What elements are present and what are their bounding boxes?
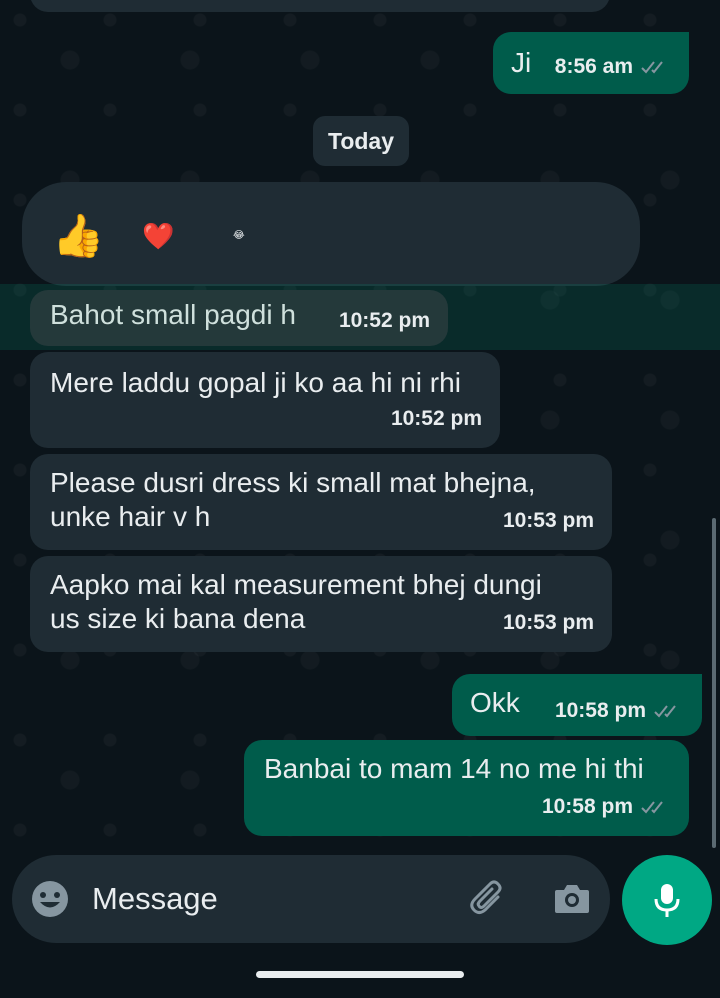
message-in-2[interactable]: Mere laddu gopal ji ko aa hi ni rhi 10:5… [30, 352, 500, 448]
message-text-line-2: us size ki bana dena [50, 603, 306, 634]
message-text-line-2: unke hair v h [50, 501, 211, 532]
message-in-4[interactable]: Aapko mai kal measurement bhej dungi us … [30, 556, 612, 652]
voice-record-button[interactable] [622, 855, 712, 945]
message-out-banbai[interactable]: Banbai to mam 14 no me hi thi 10:58 pm [244, 740, 689, 836]
message-time: 10:58 pm [554, 699, 646, 722]
double-check-icon [654, 705, 676, 718]
message-in-3[interactable]: Please dusri dress ki small mat bhejna, … [30, 454, 612, 550]
message-text: Ji [511, 47, 532, 78]
reaction-bubble[interactable]: 👍 ❤️ 😂 [22, 182, 640, 286]
message-input[interactable]: Message [92, 880, 218, 918]
camera-icon[interactable] [552, 879, 592, 919]
message-out-okk[interactable]: Okk 10:58 pm [452, 674, 702, 736]
message-composer[interactable]: Message [12, 855, 610, 943]
date-divider: Today [313, 116, 409, 166]
double-check-icon [641, 61, 663, 74]
message-time: 8:56 am [554, 55, 633, 78]
message-time: 10:52 pm [390, 407, 482, 430]
message-text: Mere laddu gopal ji ko aa hi ni rhi [50, 367, 461, 398]
previous-message-fragment[interactable] [30, 0, 610, 12]
laugh-emoji[interactable]: 😂 [233, 230, 245, 242]
message-meta: 8:56 am [555, 50, 671, 84]
message-text: Okk [470, 687, 520, 718]
message-time: 10:58 pm [541, 795, 633, 818]
heart-emoji[interactable]: ❤️ [142, 220, 174, 252]
message-text-line-1: Please dusri dress ki small mat bhejna, [50, 467, 536, 498]
message-time: 10:53 pm [502, 611, 594, 634]
double-check-icon [641, 801, 663, 814]
message-time: 10:53 pm [502, 509, 594, 532]
scrollbar[interactable] [712, 518, 716, 848]
message-meta: 10:58 pm [555, 694, 684, 728]
message-time: 10:52 pm [338, 309, 430, 332]
emoji-icon[interactable] [30, 879, 70, 919]
thumbs-up-emoji[interactable]: 👍 [52, 212, 104, 260]
message-text: Banbai to mam 14 no me hi thi [264, 753, 644, 784]
paperclip-icon[interactable] [468, 879, 508, 919]
message-in-1[interactable]: Bahot small pagdi h 10:52 pm [30, 290, 448, 346]
message-text-line-1: Aapko mai kal measurement bhej dungi [50, 569, 542, 600]
system-navigation-handle[interactable] [256, 971, 464, 978]
message-out-ji[interactable]: Ji 8:56 am [493, 32, 689, 94]
message-text: Bahot small pagdi h [50, 299, 296, 330]
message-meta: 10:58 pm [542, 790, 671, 824]
mic-icon [654, 884, 680, 917]
